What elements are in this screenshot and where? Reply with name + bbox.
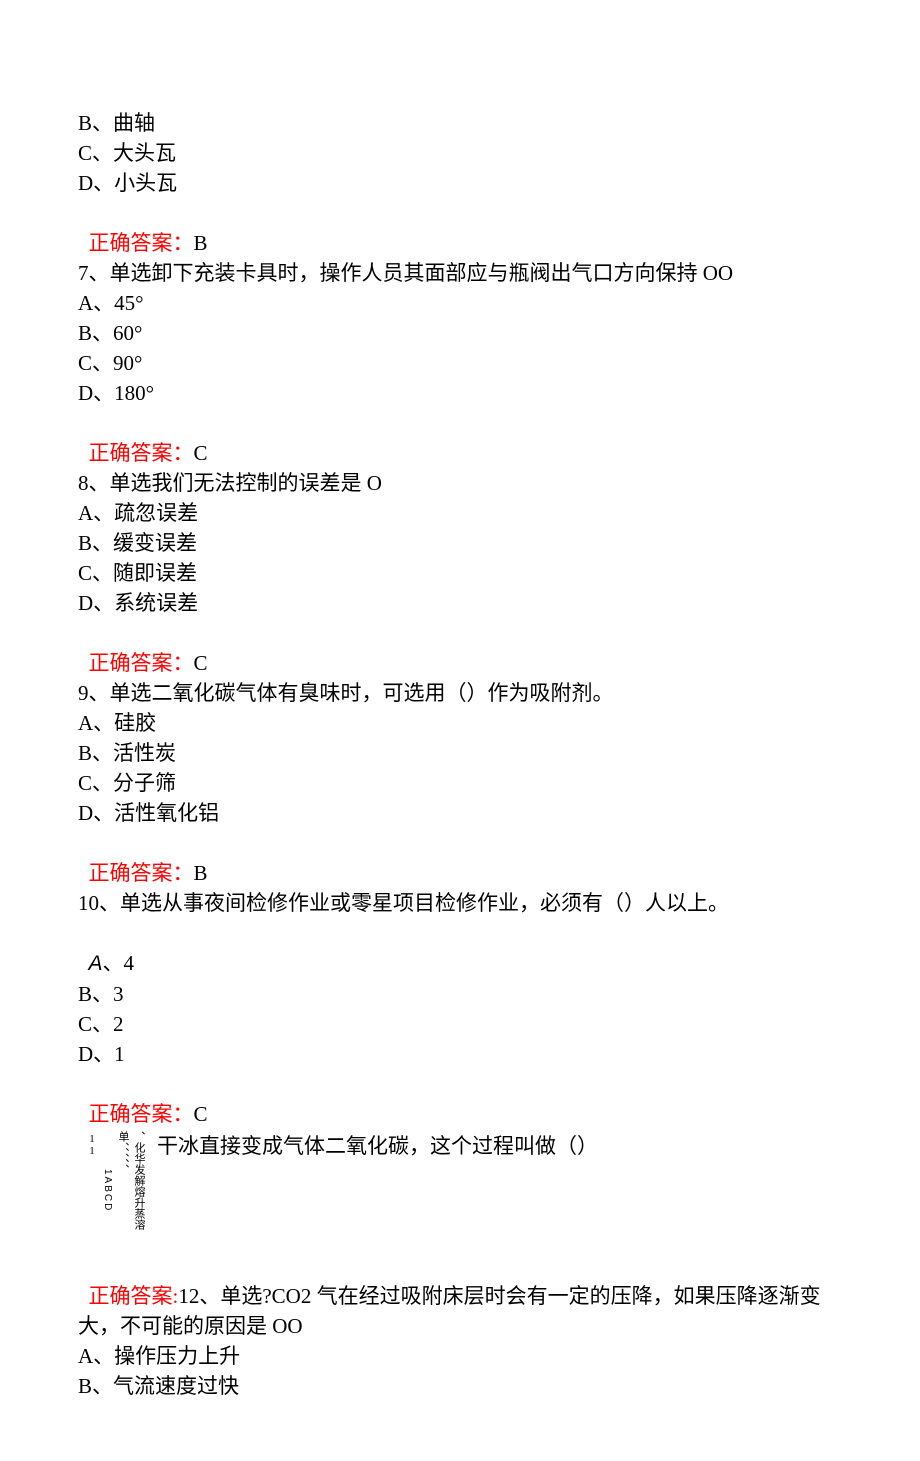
q11-marks-col: 单、、、、、 <box>117 1131 129 1175</box>
answer-value: C <box>194 651 208 675</box>
answer-value: C <box>194 441 208 465</box>
q11-answer-and-q12-stem-line1: 正确答案:12、单选?CO2 气在经过吸附床层时会有一定的压降，如果压降逐渐变 <box>78 1251 842 1311</box>
answer-label: 正确答案: <box>89 1284 179 1308</box>
q7-answer: 正确答案：C <box>78 408 842 468</box>
q8-option-a: A、疏忽误差 <box>78 498 842 528</box>
q8-answer: 正确答案：C <box>78 618 842 678</box>
answer-value: B <box>194 231 208 255</box>
answer-label: 正确答案： <box>89 1102 194 1126</box>
q10-option-d: D、1 <box>78 1039 842 1069</box>
q12-option-b: B、气流速度过快 <box>78 1371 842 1401</box>
q9-option-c: C、分子筛 <box>78 768 842 798</box>
q8-option-d: D、系统误差 <box>78 588 842 618</box>
q7-option-c: C、90° <box>78 348 842 378</box>
q9-option-a: A、硅胶 <box>78 708 842 738</box>
q9-answer: 正确答案：B <box>78 828 842 888</box>
q10-option-a-letter: A <box>89 952 103 975</box>
q11-letters-col: 1ABCD <box>102 1169 113 1212</box>
q12-stem-line2: 大，不可能的原因是 OO <box>78 1311 842 1341</box>
q11-block: 11 1ABCD 单、、、、、 、化华发解熔升蒸溶 干冰直接变成气体二氧化碳，这… <box>78 1129 842 1251</box>
q10-stem: 10、单选从事夜间检修作业或零星项目检修作业，必须有（）人以上。 <box>78 888 842 918</box>
q8-option-b: B、缓变误差 <box>78 528 842 558</box>
q10-option-a: A、4 <box>78 918 842 979</box>
q7-option-a: A、45° <box>78 288 842 318</box>
q11-options-col: 、化华发解熔升蒸溶 <box>133 1131 145 1230</box>
q10-option-c: C、2 <box>78 1009 842 1039</box>
q8-stem: 8、单选我们无法控制的误差是 O <box>78 468 842 498</box>
answer-label: 正确答案： <box>89 651 194 675</box>
answer-value: C <box>194 1102 208 1126</box>
q6-option-d: D、小头瓦 <box>78 168 842 198</box>
q8-option-c: C、随即误差 <box>78 558 842 588</box>
q12-option-a: A、操作压力上升 <box>78 1341 842 1371</box>
q10-option-a-rest: 、4 <box>103 951 135 975</box>
q6-option-c: C、大头瓦 <box>78 138 842 168</box>
q11-vertical-cluster: 11 1ABCD 单、、、、、 、化华发解熔升蒸溶 <box>78 1131 153 1251</box>
q10-answer: 正确答案：C <box>78 1069 842 1129</box>
q11-stem-right: 干冰直接变成气体二氧化碳，这个过程叫做（） <box>153 1131 842 1161</box>
q6-answer: 正确答案：B <box>78 198 842 258</box>
answer-label: 正确答案： <box>89 861 194 885</box>
q10-option-b: B、3 <box>78 979 842 1009</box>
q6-option-b: B、曲轴 <box>78 108 842 138</box>
q11-number-col: 11 <box>86 1131 98 1157</box>
answer-label: 正确答案： <box>89 231 194 255</box>
q9-option-d: D、活性氧化铝 <box>78 798 842 828</box>
q7-option-d: D、180° <box>78 378 842 408</box>
answer-label: 正确答案： <box>89 441 194 465</box>
q7-option-b: B、60° <box>78 318 842 348</box>
q7-stem: 7、单选卸下充装卡具时，操作人员其面部应与瓶阀出气口方向保持 OO <box>78 258 842 288</box>
q12-stem-part1: 12、单选?CO2 气在经过吸附床层时会有一定的压降，如果压降逐渐变 <box>178 1284 820 1308</box>
answer-value: B <box>194 861 208 885</box>
q9-option-b: B、活性炭 <box>78 738 842 768</box>
q9-stem: 9、单选二氧化碳气体有臭味时，可选用（）作为吸附剂。 <box>78 678 842 708</box>
